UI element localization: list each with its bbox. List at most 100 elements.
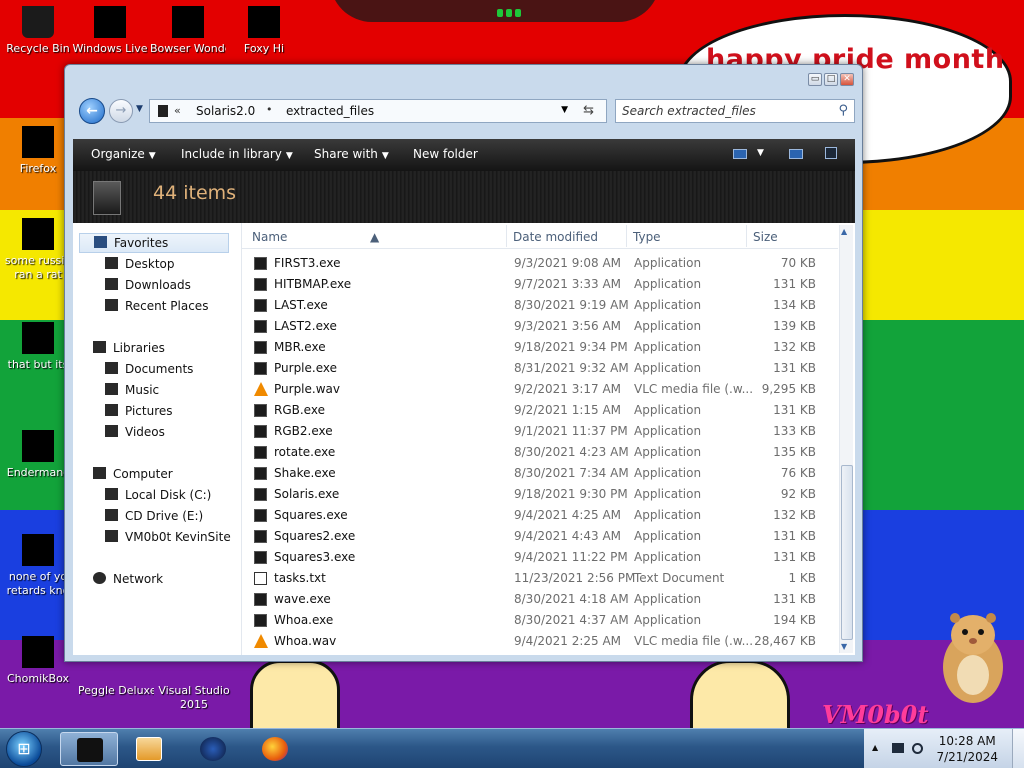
- show-hidden-icons-icon[interactable]: ▲: [872, 743, 878, 752]
- file-row[interactable]: Solaris.exe 9/18/2021 9:30 PM Application 9…: [242, 484, 838, 505]
- nav-cd-drive[interactable]: CD Drive (E:): [105, 509, 203, 523]
- minimize-button[interactable]: ▭: [808, 73, 822, 86]
- preview-pane-icon[interactable]: [789, 149, 803, 159]
- scroll-up-icon[interactable]: ▲: [841, 227, 847, 236]
- file-row[interactable]: RGB.exe 9/2/2021 1:15 AM Application 131 KB: [242, 400, 838, 421]
- file-icon: [22, 218, 54, 250]
- desktop-icon-windows-live[interactable]: Windows Live: [72, 6, 148, 56]
- breadcrumb-solaris[interactable]: Solaris2.0: [196, 104, 255, 118]
- view-options-chevron-icon[interactable]: ▼: [757, 148, 764, 158]
- organize-button[interactable]: Organize ▼: [91, 147, 156, 161]
- file-row[interactable]: FIRST3.exe 9/3/2021 9:08 AM Application 70 …: [242, 253, 838, 274]
- search-input[interactable]: Search extracted_files: [622, 104, 756, 118]
- nav-vm0b0t-kevinsite[interactable]: VM0b0t KevinSite: [105, 530, 231, 544]
- file-row[interactable]: Whoa.wav 9/4/2021 2:25 AM VLC media file (…: [242, 631, 838, 652]
- file-row[interactable]: Squares.exe 9/4/2021 4:25 AM Application 13…: [242, 505, 838, 526]
- column-divider[interactable]: [506, 225, 507, 247]
- column-divider[interactable]: [746, 225, 747, 247]
- file-size: 134 KB: [773, 298, 816, 312]
- application-icon: [254, 446, 267, 459]
- nav-desktop[interactable]: Desktop: [105, 257, 175, 271]
- share-with-button[interactable]: Share with ▼: [314, 147, 389, 161]
- file-row[interactable]: Squares2.exe 9/4/2021 4:43 AM Application 1…: [242, 526, 838, 547]
- breadcrumb-overflow-icon[interactable]: «: [174, 104, 181, 117]
- desktop-icon-recycle-bin[interactable]: Recycle Bin: [0, 6, 76, 56]
- nav-videos[interactable]: Videos: [105, 425, 165, 439]
- file-type: Application: [634, 508, 702, 522]
- nav-network[interactable]: Network: [93, 572, 163, 586]
- breadcrumb-separator-icon[interactable]: •: [266, 103, 273, 116]
- close-button[interactable]: ✕: [840, 73, 854, 86]
- vertical-scrollbar[interactable]: ▲ ▼: [839, 225, 853, 653]
- file-row[interactable]: tasks.txt 11/23/2021 2:56 PM Text Document…: [242, 568, 838, 589]
- file-row[interactable]: MBR.exe 9/18/2021 9:34 PM Application 132 K…: [242, 337, 838, 358]
- nav-music[interactable]: Music: [105, 383, 159, 397]
- include-in-library-button[interactable]: Include in library ▼: [181, 147, 293, 161]
- nav-pictures[interactable]: Pictures: [105, 404, 173, 418]
- music-icon: [105, 383, 118, 395]
- network-status-icon[interactable]: [892, 743, 904, 753]
- file-size: 28,467 KB: [754, 634, 816, 648]
- column-divider[interactable]: [626, 225, 627, 247]
- file-size: 139 KB: [773, 319, 816, 333]
- volume-icon[interactable]: [912, 743, 923, 754]
- column-header-type[interactable]: Type: [633, 230, 661, 244]
- file-row[interactable]: wave.exe 8/30/2021 4:18 AM Application 131 …: [242, 589, 838, 610]
- file-row[interactable]: Shake.exe 8/30/2021 7:34 AM Application 76 …: [242, 463, 838, 484]
- nav-computer[interactable]: Computer: [93, 467, 173, 481]
- file-row[interactable]: LAST2.exe 9/3/2021 3:56 AM Application 139 …: [242, 316, 838, 337]
- file-row[interactable]: LAST.exe 8/30/2021 9:19 AM Application 134 …: [242, 295, 838, 316]
- desktop-icon-bowser[interactable]: Bowser Wonder: [150, 6, 226, 56]
- clock[interactable]: 10:28 AM 7/21/2024: [936, 733, 998, 765]
- column-header-name[interactable]: Name: [252, 230, 287, 244]
- file-size: 92 KB: [780, 487, 816, 501]
- nav-downloads[interactable]: Downloads: [105, 278, 191, 292]
- nav-libraries[interactable]: Libraries: [93, 341, 165, 355]
- taskbar-app[interactable]: [184, 732, 242, 766]
- taskbar-media-player[interactable]: [120, 732, 178, 766]
- file-date: 8/31/2021 9:32 AM: [514, 361, 629, 375]
- file-row[interactable]: rotate.exe 8/30/2021 4:23 AM Application 13…: [242, 442, 838, 463]
- back-button[interactable]: ←: [79, 98, 105, 124]
- file-row[interactable]: HITBMAP.exe 9/7/2021 3:33 AM Application 13…: [242, 274, 838, 295]
- recent-pages-dropdown[interactable]: ▼: [136, 104, 143, 114]
- new-folder-button[interactable]: New folder: [413, 147, 478, 161]
- address-bar[interactable]: « Solaris2.0 • extracted_files ▼ ⇆: [149, 99, 607, 123]
- videos-icon: [105, 425, 118, 437]
- column-header-date[interactable]: Date modified: [513, 230, 598, 244]
- show-desktop-button[interactable]: [1012, 729, 1024, 768]
- desktop-icon-visual-studio[interactable]: Visual Studio 2015: [156, 666, 232, 712]
- change-view-icon[interactable]: [733, 149, 747, 159]
- search-box[interactable]: Search extracted_files ⚲: [615, 99, 855, 123]
- taskbar-firefox[interactable]: [246, 732, 304, 766]
- nav-documents[interactable]: Documents: [105, 362, 193, 376]
- file-name: Purple.wav: [274, 382, 340, 396]
- desktop-icon-peggle[interactable]: Peggle Deluxe: [78, 666, 154, 698]
- column-header-size[interactable]: Size: [753, 230, 778, 244]
- refresh-icon[interactable]: ⇆: [583, 103, 594, 118]
- file-date: 9/4/2021 2:25 AM: [514, 634, 622, 648]
- file-date: 9/7/2021 3:33 AM: [514, 277, 622, 291]
- file-row[interactable]: Purple.wav 9/2/2021 3:17 AM VLC media file…: [242, 379, 838, 400]
- scroll-down-icon[interactable]: ▼: [841, 642, 847, 651]
- file-date: 9/2/2021 3:17 AM: [514, 382, 622, 396]
- scrollbar-thumb[interactable]: [841, 465, 853, 640]
- documents-icon: [105, 362, 118, 374]
- breadcrumb-extracted-files[interactable]: extracted_files: [286, 104, 374, 118]
- search-icon[interactable]: ⚲: [838, 103, 848, 118]
- file-row[interactable]: Whoa.exe 8/30/2021 4:37 AM Application 194 …: [242, 610, 838, 631]
- file-row[interactable]: Squares3.exe 9/4/2021 11:22 PM Application…: [242, 547, 838, 568]
- nav-local-disk[interactable]: Local Disk (C:): [105, 488, 211, 502]
- file-row[interactable]: Purple.exe 8/31/2021 9:32 AM Application 13…: [242, 358, 838, 379]
- nav-recent-places[interactable]: Recent Places: [105, 299, 208, 313]
- desktop-icon: [105, 257, 118, 269]
- forward-button[interactable]: →: [109, 99, 133, 123]
- nav-favorites[interactable]: Favorites: [79, 233, 229, 253]
- maximize-button[interactable]: □: [824, 73, 838, 86]
- help-icon[interactable]: [825, 147, 837, 159]
- desktop-icon-foxy[interactable]: Foxy Hi: [226, 6, 302, 56]
- address-dropdown-icon[interactable]: ▼: [561, 105, 568, 115]
- start-button[interactable]: ⊞: [6, 731, 42, 767]
- file-row[interactable]: RGB2.exe 9/1/2021 11:37 PM Application 133 …: [242, 421, 838, 442]
- taskbar-explorer[interactable]: [60, 732, 118, 766]
